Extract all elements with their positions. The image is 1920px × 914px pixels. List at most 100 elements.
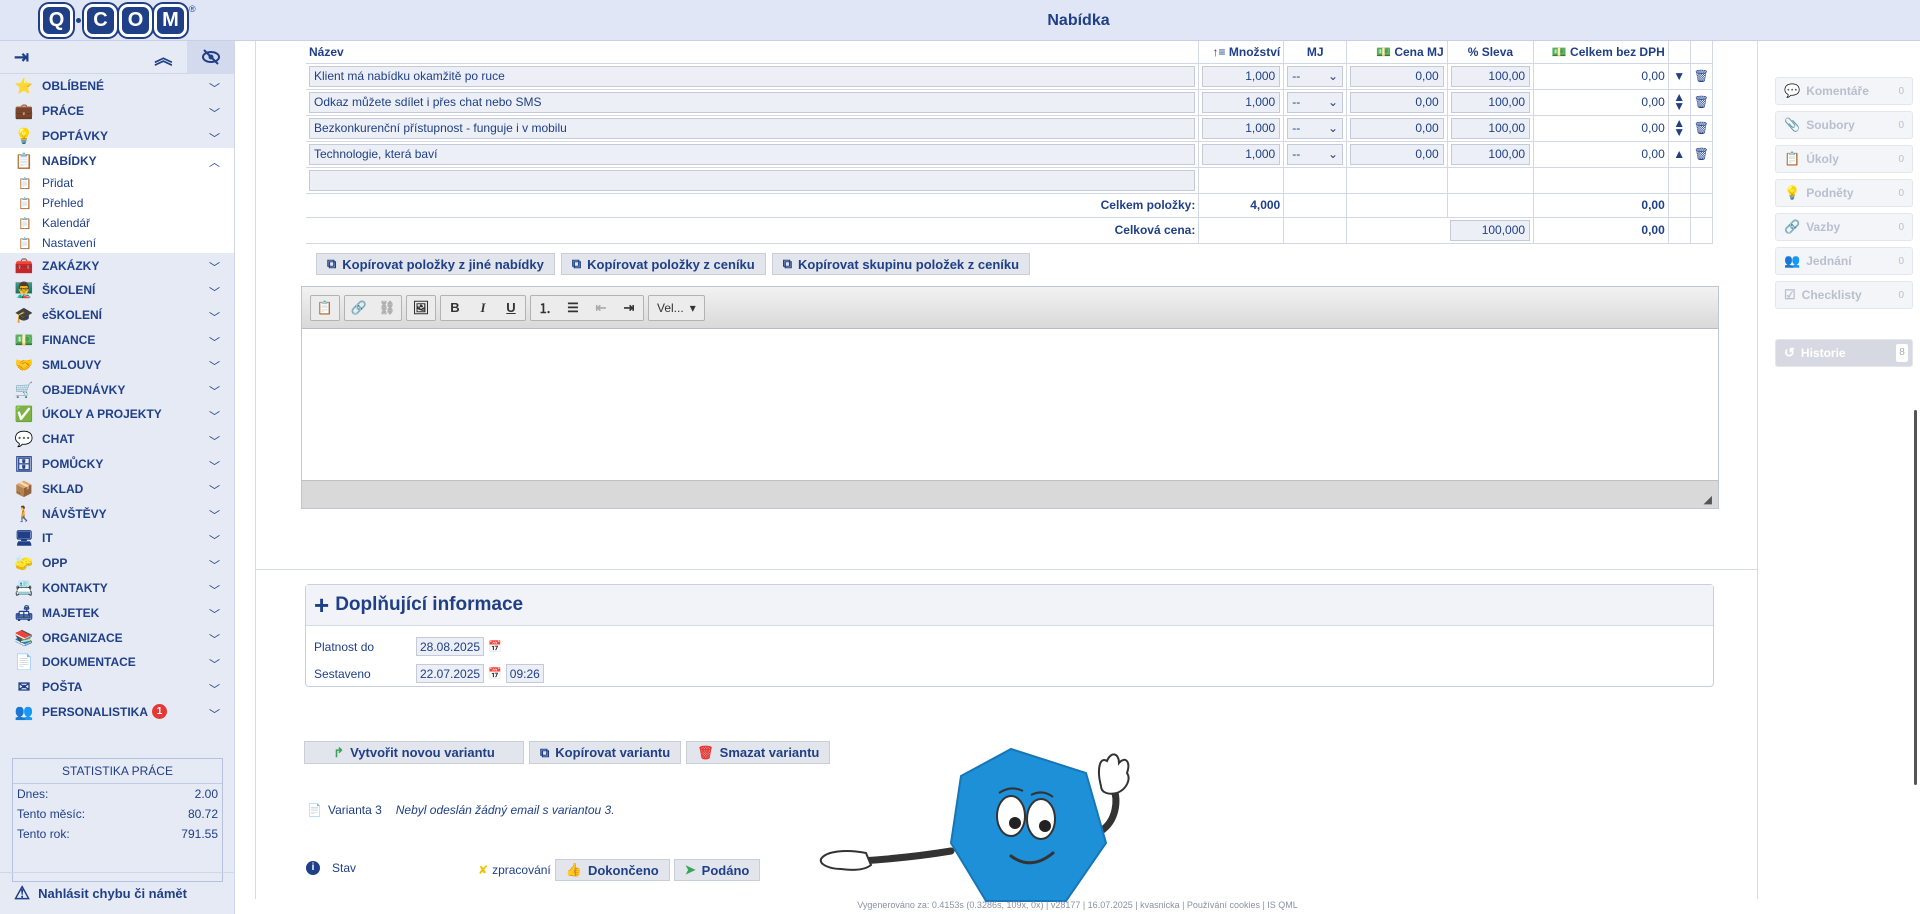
item-name-input[interactable]: Technologie, která baví <box>309 143 1196 165</box>
sidebar-item-poptavky[interactable]: 💡 POPTÁVKY ﹀ <box>0 124 234 149</box>
item-name-input[interactable]: Klient má nabídku okamžitě po ruce <box>309 65 1196 87</box>
copy-from-offer-button[interactable]: ⧉ Kopírovat položky z jiné nabídky <box>316 253 555 275</box>
done-button[interactable]: 👍 Dokončeno <box>554 859 670 881</box>
sidebar-item-nabidky[interactable]: 📋 NABÍDKY ︿ <box>0 148 234 174</box>
sidebar-item-posta[interactable]: ✉ POŠTA ﹀ <box>0 675 234 700</box>
sidebar-item-majetek[interactable]: 🛋 MAJETEK ﹀ <box>0 600 234 625</box>
calendar-icon[interactable]: 📅 <box>488 667 502 680</box>
validity-date-input[interactable]: 28.08.2025 <box>416 637 485 656</box>
history-tab[interactable]: ↺ Historie 8 <box>1775 339 1913 367</box>
double-chevron-up-icon[interactable]: ︽ <box>139 41 187 74</box>
move-up-icon[interactable]: ▲ <box>1668 141 1691 168</box>
logout-icon[interactable]: ⇥ <box>0 41 139 74</box>
move-up-down-icon[interactable]: ▲ ▼ <box>1668 115 1691 142</box>
compiled-date-input[interactable]: 22.07.2025 <box>416 664 485 683</box>
resize-handle-icon[interactable]: ◢ <box>1704 493 1712 506</box>
item-discount-input[interactable]: 100,00 <box>1450 143 1531 165</box>
item-discount-input[interactable]: 100,00 <box>1450 65 1531 87</box>
report-bug-button[interactable]: ⚠ Nahlásit chybu či námět <box>0 872 235 914</box>
item-name-input[interactable]: Odkaz můžete sdílet i přes chat nebo SMS <box>309 91 1196 113</box>
unlink-icon[interactable]: ⛓ <box>373 296 401 320</box>
ideas-tab[interactable]: 💡 Podněty 0 <box>1775 179 1913 207</box>
sidebar-item-zakazky[interactable]: 🧰 ZAKÁZKY ﹀ <box>0 253 234 278</box>
col-header-qty[interactable]: ↑≡ Množství <box>1198 41 1285 64</box>
image-icon[interactable]: 🖼 <box>407 296 435 320</box>
italic-icon[interactable]: I <box>469 296 497 320</box>
submitted-button[interactable]: ➤ Podáno <box>673 859 761 881</box>
sidebar-subitem-prehled[interactable]: 📋 Přehled <box>0 193 234 214</box>
sidebar-item-finance[interactable]: 💵 FINANCE ﹀ <box>0 328 234 353</box>
sidebar-subitem-nastaveni[interactable]: 📋 Nastavení <box>0 233 234 254</box>
trash-icon[interactable]: 🗑 <box>1690 141 1714 168</box>
item-qty-input[interactable]: 1,000 <box>1202 65 1281 87</box>
sidebar-item-sklad[interactable]: 📦 SKLAD ﹀ <box>0 476 234 501</box>
sidebar-item-personalistika[interactable]: 👥 PERSONALISTIKA 1 ﹀ <box>0 700 234 725</box>
trash-icon[interactable]: 🗑 <box>1690 63 1714 90</box>
checklists-tab[interactable]: ☑ Checklisty 0 <box>1775 281 1913 309</box>
item-unit-select[interactable]: -- ⌄ <box>1287 117 1344 139</box>
sidebar-item-navstevy[interactable]: 🚶 NÁVŠTĚVY ﹀ <box>0 501 234 526</box>
sidebar-item-ukoly[interactable]: ✅ ÚKOLY A PROJEKTY ﹀ <box>0 402 234 427</box>
sidebar-item-eskoleni[interactable]: 🎓 eŠKOLENÍ ﹀ <box>0 303 234 328</box>
sidebar-item-dokumentace[interactable]: 📄 DOKUMENTACE ﹀ <box>0 650 234 675</box>
variant-name-link[interactable]: Varianta 3 <box>328 803 382 817</box>
item-qty-input[interactable]: 1,000 <box>1202 143 1281 165</box>
links-tab[interactable]: 🔗 Vazby 0 <box>1775 213 1913 241</box>
item-qty-input[interactable]: 1,000 <box>1202 117 1281 139</box>
files-tab[interactable]: 📎 Soubory 0 <box>1775 111 1913 139</box>
move-down-icon[interactable]: ▼ <box>1668 63 1691 90</box>
link-icon[interactable]: 🔗 <box>345 296 373 320</box>
additional-info-header[interactable]: + Doplňující informace <box>306 585 1713 626</box>
item-unit-select[interactable]: -- ⌄ <box>1287 143 1344 165</box>
pdf-icon[interactable]: 📄 <box>307 803 322 817</box>
item-price-input[interactable]: 0,00 <box>1350 117 1444 139</box>
item-qty-input[interactable]: 1,000 <box>1202 91 1281 113</box>
item-discount-input[interactable]: 100,00 <box>1450 91 1531 113</box>
sidebar-item-chat[interactable]: 💬 CHAT ﹀ <box>0 427 234 452</box>
calendar-icon[interactable]: 📅 <box>488 640 502 653</box>
paste-icon[interactable]: 📋 <box>311 296 339 320</box>
trash-icon[interactable]: 🗑 <box>1690 115 1714 142</box>
sidebar-item-kontakty[interactable]: 📇 KONTAKTY ﹀ <box>0 576 234 601</box>
bullet-list-icon[interactable]: ☰ <box>559 296 587 320</box>
editor-content-area[interactable] <box>302 329 1718 481</box>
bold-icon[interactable]: B <box>441 296 469 320</box>
underline-icon[interactable]: U <box>497 296 525 320</box>
copy-from-pricelist-button[interactable]: ⧉ Kopírovat položky z ceníku <box>560 253 766 275</box>
sidebar-item-objednavky[interactable]: 🛒 OBJEDNÁVKY ﹀ <box>0 377 234 402</box>
item-price-input[interactable]: 0,00 <box>1350 143 1444 165</box>
outdent-icon[interactable]: ⇤ <box>587 296 615 320</box>
eye-slash-icon[interactable] <box>187 40 234 74</box>
indent-icon[interactable]: ⇥ <box>615 296 643 320</box>
sidebar-subitem-kalendar[interactable]: 📋 Kalendář <box>0 213 234 234</box>
scrollbar-thumb[interactable] <box>1914 410 1917 785</box>
item-unit-select[interactable]: -- ⌄ <box>1287 91 1344 113</box>
item-name-input[interactable]: Bezkonkurenční přístupnost - funguje i v… <box>309 117 1196 139</box>
copy-variant-button[interactable]: ⧉ Kopírovat variantu <box>529 741 682 764</box>
new-item-name-input[interactable] <box>309 169 1196 191</box>
item-price-input[interactable]: 0,00 <box>1350 65 1444 87</box>
item-discount-input[interactable]: 100,00 <box>1450 117 1531 139</box>
comments-tab[interactable]: 💬 Komentáře 0 <box>1775 77 1913 105</box>
sidebar-item-smlouvy[interactable]: 🤝 SMLOUVY ﹀ <box>0 352 234 377</box>
meetings-tab[interactable]: 👥 Jednání 0 <box>1775 247 1913 275</box>
compiled-time-input[interactable]: 09:26 <box>505 664 544 683</box>
sidebar-item-oblibene[interactable]: ⭐ OBLÍBENÉ ﹀ <box>0 74 234 99</box>
sidebar-item-prace[interactable]: 💼 PRÁCE ﹀ <box>0 99 234 124</box>
font-size-select[interactable]: Vel... ▾ <box>648 294 705 321</box>
sidebar-item-opp[interactable]: 🧽 OPP ﹀ <box>0 551 234 576</box>
item-unit-select[interactable]: -- ⌄ <box>1287 65 1344 87</box>
tasks-tab[interactable]: 📋 Úkoly 0 <box>1775 145 1913 173</box>
sidebar-item-pomucky[interactable]: 🗄 POMŮCKY ﹀ <box>0 452 234 477</box>
numbered-list-icon[interactable]: ⒈ <box>531 296 559 320</box>
new-variant-button[interactable]: ↱ Vytvořit novou variantu <box>304 741 524 764</box>
copy-group-from-pricelist-button[interactable]: ⧉ Kopírovat skupinu položek z ceníku <box>771 253 1031 275</box>
trash-icon[interactable]: 🗑 <box>1690 89 1714 116</box>
move-up-down-icon[interactable]: ▲ ▼ <box>1668 89 1691 116</box>
sidebar-item-organizace[interactable]: 📚 ORGANIZACE ﹀ <box>0 625 234 650</box>
processing-status[interactable]: zpracování <box>492 863 551 877</box>
qcom-logo[interactable]: Q C O M ® <box>40 4 196 37</box>
item-price-input[interactable]: 0,00 <box>1350 91 1444 113</box>
sidebar-subitem-pridat[interactable]: 📋 Přidat <box>0 173 234 194</box>
sum-price-discount[interactable]: 100,000 <box>1450 219 1531 241</box>
